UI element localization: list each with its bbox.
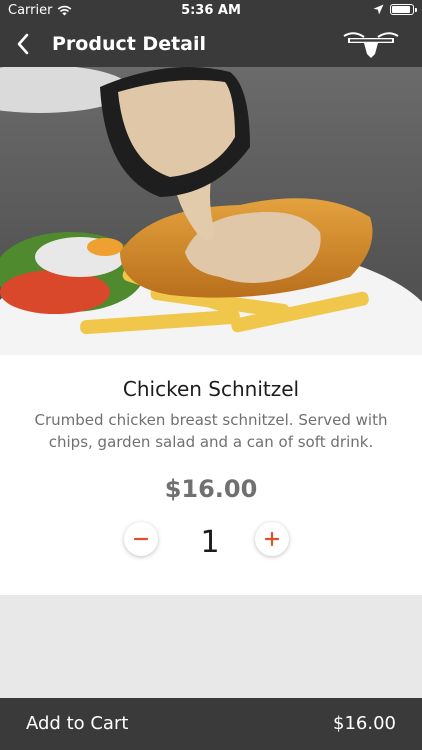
decrease-quantity-button[interactable] bbox=[124, 522, 158, 556]
bull-logo-icon bbox=[343, 32, 399, 58]
status-bar: Carrier 5:36 AM bbox=[0, 0, 422, 22]
product-image bbox=[0, 67, 422, 355]
status-right bbox=[373, 4, 417, 15]
product-price: $16.00 bbox=[164, 475, 258, 503]
add-to-cart-button[interactable]: Add to Cart $16.00 bbox=[0, 698, 422, 750]
chevron-left-icon bbox=[17, 33, 29, 55]
top-bar: Carrier 5:36 AM Product Detail bbox=[0, 0, 422, 67]
quantity-value: 1 bbox=[200, 525, 220, 560]
product-details: Chicken Schnitzel Crumbed chicken breast… bbox=[0, 355, 422, 595]
schnitzel-photo bbox=[0, 67, 422, 355]
battery-icon bbox=[390, 4, 417, 15]
plus-icon bbox=[264, 531, 280, 547]
increase-quantity-button[interactable] bbox=[255, 522, 289, 556]
cart-total: $16.00 bbox=[333, 713, 396, 734]
location-arrow-icon bbox=[373, 4, 384, 15]
status-time: 5:36 AM bbox=[181, 3, 241, 18]
product-description: Crumbed chicken breast schnitzel. Served… bbox=[34, 411, 388, 451]
nav-bar: Product Detail bbox=[0, 22, 422, 67]
add-to-cart-label: Add to Cart bbox=[26, 713, 129, 734]
page-title: Product Detail bbox=[52, 33, 207, 55]
product-name: Chicken Schnitzel bbox=[122, 377, 300, 401]
back-button[interactable] bbox=[10, 31, 36, 57]
minus-icon bbox=[133, 537, 149, 541]
